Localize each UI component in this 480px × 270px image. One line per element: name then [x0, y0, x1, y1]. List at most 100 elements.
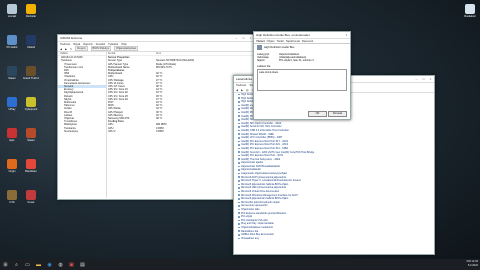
app-icon	[7, 66, 17, 76]
tab-events[interactable]: Tapahtumat	[286, 40, 300, 43]
desktop-shortcut-icon[interactable]: Bandicam	[23, 159, 39, 181]
minimize-icon[interactable]: –	[413, 76, 420, 82]
tab-bar: Yleiset Ohjain Tiedot Tapahtumat Resurss…	[254, 39, 350, 44]
desktop-icon-label: Cyberpunk	[24, 108, 38, 111]
status-label: Laitteen tila	[257, 65, 271, 68]
device-name: High Definition Audio Bus	[264, 46, 295, 49]
dialog-title: High Definition Audio Bus -ominaisuudet	[256, 33, 310, 37]
column-field[interactable]: Kenttä	[108, 52, 156, 55]
taskbar: ⊞ ⌕ ▭ ▬ ◉ ◍ ▣ ▤ FIN 12.34 5.2.2022	[0, 259, 480, 270]
refresh-icon[interactable]: ↻	[70, 47, 72, 51]
search-icon[interactable]: ⌕	[12, 260, 21, 269]
desktop-shortcut-icon[interactable]: UPlay	[4, 97, 20, 119]
ok-button[interactable]: OK	[308, 111, 327, 117]
app-icon	[7, 35, 17, 45]
app-icon	[26, 97, 36, 107]
properties-icon[interactable]: ▤	[246, 88, 249, 92]
desktop-icon-label: Steam	[27, 139, 35, 142]
app-icon	[7, 159, 17, 169]
menu-file[interactable]: Tiedosto	[60, 43, 70, 46]
desktop-icon-label: PC-tiedot	[6, 46, 18, 49]
desktop-icon-label: Bandicam	[25, 170, 37, 173]
desktop-shortcut-icon[interactable]: Epic	[4, 128, 20, 150]
app-icon	[26, 4, 36, 14]
back-icon[interactable]: ◀	[60, 47, 62, 51]
device-list-item[interactable]: Virtuaalinen levy	[237, 237, 432, 241]
tab-resources[interactable]: Resurssit	[302, 40, 313, 43]
column-value[interactable]: Arvo	[156, 52, 253, 55]
driver-update-button[interactable]: Ohjainpäivitykset	[113, 46, 139, 51]
desktop-shortcut-icon[interactable]: Cyberpunk	[23, 97, 39, 119]
desktop-shortcut-icon[interactable]: Rockstar	[23, 4, 39, 26]
desktop-shortcut-icon[interactable]: Ubisoft	[23, 35, 39, 57]
titlebar: AIDA64 Extreme – □ ×	[58, 35, 254, 42]
desktop-icon-label: Roskakori	[464, 15, 476, 18]
maximize-icon[interactable]: □	[420, 76, 427, 82]
app-icon	[7, 128, 17, 138]
back-icon[interactable]: ◀	[236, 88, 238, 92]
maximize-icon[interactable]: □	[240, 35, 247, 41]
property-label: Sijainti:	[257, 59, 266, 62]
desktop-icon-label: Epic	[9, 139, 15, 142]
tab-details[interactable]: Tiedot	[276, 40, 283, 43]
app-icon	[7, 97, 17, 107]
browser-icon[interactable]: ◉	[45, 260, 54, 269]
desktop-icon-label: Ubisoft	[26, 46, 36, 49]
desktop-shortcut-icon[interactable]: Grand Theft Auto V	[23, 66, 39, 88]
desktop-shortcut-icon[interactable]: Steam	[4, 66, 20, 88]
system-tray: FIN 12.34 5.2.2022	[467, 260, 478, 267]
property-value: PCI-väylä 0, laite 31, toiminto 3	[279, 59, 314, 62]
device-manager-icon[interactable]: ▤	[78, 260, 87, 269]
desktop-icon-label: Steam	[8, 77, 16, 80]
tab-general[interactable]: Yleiset	[256, 40, 265, 43]
cancel-button[interactable]: Peruuta	[328, 111, 347, 117]
properties-dialog: High Definition Audio Bus -ominaisuudet …	[253, 31, 351, 120]
clock-date[interactable]: 5.2.2022	[468, 264, 478, 267]
property-row: Sijainti: PCI-väylä 0, laite 31, toiminto…	[257, 59, 347, 62]
desktop-icon-label: Origin	[8, 170, 16, 173]
steam-icon[interactable]: ◍	[56, 260, 65, 269]
minimize-icon[interactable]: –	[233, 35, 240, 41]
tree-pane: Valikko AIDA64 v6.10.5200 Tietokone Yhteen…	[58, 52, 107, 198]
desktop-shortcut-icon[interactable]: GTA	[4, 190, 20, 212]
tab-driver[interactable]: Ohjain	[267, 40, 275, 43]
app-icon	[26, 66, 36, 76]
close-icon[interactable]: ×	[427, 76, 434, 82]
desktop-icon-label: Grand Theft Auto V	[23, 77, 39, 80]
tree-item[interactable]: Suorituskyky	[58, 130, 106, 133]
task-view-icon[interactable]: ▭	[23, 260, 32, 269]
window-title: AIDA64 Extreme	[60, 36, 83, 40]
report-button[interactable]: Report	[75, 46, 88, 51]
titlebar: High Definition Audio Bus -ominaisuudet …	[254, 32, 350, 39]
file-explorer-icon[interactable]: ▬	[34, 260, 43, 269]
status-box: Laite toimii oikein.	[257, 69, 347, 91]
app-icon	[26, 190, 36, 200]
forward-icon[interactable]: ▶	[65, 47, 67, 51]
desktop-shortcut-icon[interactable]: PC-tiedot	[4, 35, 20, 57]
close-icon[interactable]: ×	[343, 32, 350, 38]
table-row[interactable]: GPU 20 RPM	[108, 130, 253, 133]
start-icon[interactable]: ⊞	[1, 260, 10, 269]
aida64-window: AIDA64 Extreme – □ × Tiedosto Näytä Rapo…	[57, 34, 255, 200]
desktop-icon-label: Kuvat	[27, 201, 35, 204]
desktop-shortcut-icon[interactable]: Steam	[23, 128, 39, 150]
app-icon	[7, 4, 17, 14]
app-icon	[26, 35, 36, 45]
device-icon	[257, 45, 262, 50]
desktop-icon-label: Lomaki	[7, 15, 17, 18]
recycle-bin-icon[interactable]: Roskakori	[462, 4, 478, 26]
app-icon	[26, 128, 36, 138]
app-icon	[26, 159, 36, 169]
desktop-shortcut-icon[interactable]: Lomaki	[4, 4, 20, 26]
details-pane: Kenttä Arvo Sensor Properties Sensor Type…	[108, 52, 253, 198]
aida64-icon[interactable]: ▣	[67, 260, 76, 269]
status-text: Laite toimii oikein.	[259, 71, 279, 74]
desktop-icon-label: Rockstar	[25, 15, 37, 18]
desktop-icon-label: GTA	[9, 201, 15, 204]
forward-icon[interactable]: ▶	[241, 88, 243, 92]
desktop-shortcut-icon[interactable]: Origin	[4, 159, 20, 181]
app-icon	[7, 190, 17, 200]
bios-update-button[interactable]: BIOS Päivitys	[90, 46, 111, 51]
menu-file[interactable]: Tiedosto	[236, 84, 246, 87]
desktop-shortcut-icon[interactable]: Kuvat	[23, 190, 39, 212]
